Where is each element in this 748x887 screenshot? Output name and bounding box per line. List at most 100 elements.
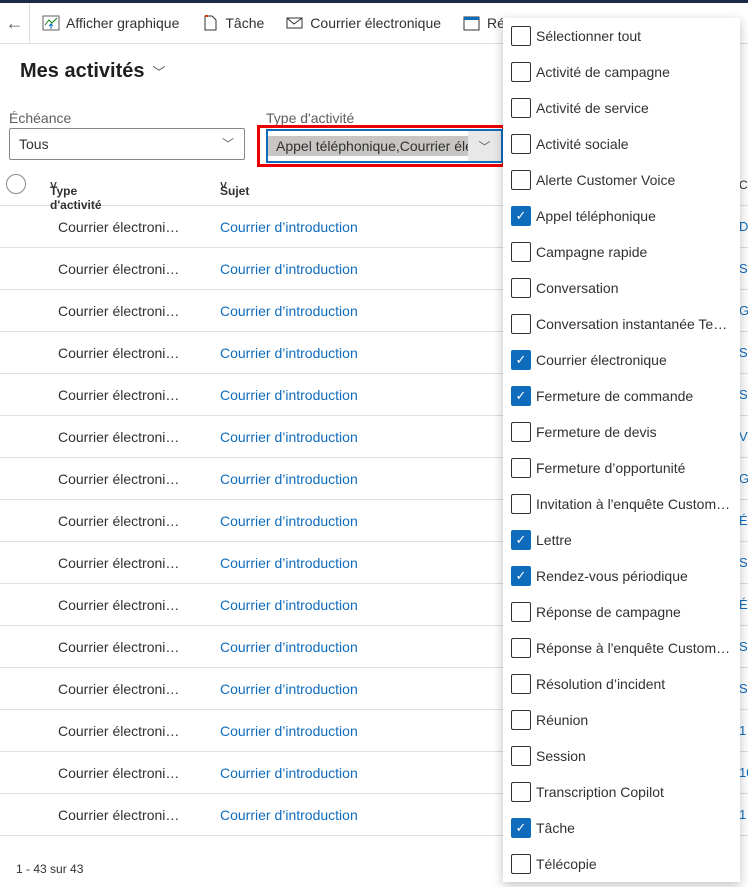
- subject-link[interactable]: Courrier d’introduction: [220, 513, 358, 529]
- dropdown-option[interactable]: Réponse à l'enquête Customer Voice: [511, 630, 737, 666]
- partial-cell[interactable]: 1: [739, 723, 746, 738]
- checkbox[interactable]: [511, 170, 531, 190]
- checkbox[interactable]: ✓: [511, 350, 531, 370]
- partial-cell[interactable]: 10: [739, 765, 748, 780]
- partial-cell[interactable]: Sy: [739, 387, 748, 402]
- dropdown-option[interactable]: Fermeture de devis: [511, 414, 737, 450]
- column-header-type[interactable]: Type d'activité ˅: [50, 178, 102, 212]
- chevron-down-icon: ﹀: [468, 131, 501, 161]
- checkbox[interactable]: [511, 854, 531, 874]
- subject-link[interactable]: Courrier d’introduction: [220, 345, 358, 361]
- checkbox[interactable]: [511, 422, 531, 442]
- checkbox[interactable]: ✓: [511, 530, 531, 550]
- partial-cell[interactable]: G: [739, 303, 748, 318]
- task-button[interactable]: Tâche: [201, 15, 264, 31]
- checkbox[interactable]: [511, 782, 531, 802]
- dropdown-option[interactable]: Invitation à l'enquête Customer Voice: [511, 486, 737, 522]
- subject-link[interactable]: Courrier d’introduction: [220, 471, 358, 487]
- partial-cell[interactable]: 1: [739, 807, 746, 822]
- show-chart-button[interactable]: Afficher graphique: [42, 15, 179, 31]
- checkbox[interactable]: [511, 746, 531, 766]
- dropdown-option[interactable]: ✓ Courrier électronique: [511, 342, 737, 378]
- subject-link[interactable]: Courrier d’introduction: [220, 429, 358, 445]
- dropdown-option[interactable]: ✓ Fermeture de commande: [511, 378, 737, 414]
- activity-type-cell: Courrier électronique: [58, 471, 182, 487]
- checkbox[interactable]: [511, 278, 531, 298]
- dropdown-option[interactable]: Conversation instantanée Teams: [511, 306, 737, 342]
- partial-cell[interactable]: D: [739, 219, 748, 234]
- checkbox[interactable]: [511, 458, 531, 478]
- partial-cell[interactable]: Se: [739, 555, 748, 570]
- dropdown-option[interactable]: Fermeture d’opportunité: [511, 450, 737, 486]
- appointment-button[interactable]: Ré: [463, 15, 505, 31]
- dropdown-option[interactable]: ✓ Appel téléphonique: [511, 198, 737, 234]
- column-header-subject[interactable]: Sujet ˅: [220, 178, 249, 198]
- dropdown-option[interactable]: Alerte Customer Voice: [511, 162, 737, 198]
- activity-type-cell: Courrier électronique: [58, 219, 182, 235]
- checkbox[interactable]: ✓: [511, 818, 531, 838]
- checkbox[interactable]: [511, 494, 531, 514]
- subject-link[interactable]: Courrier d’introduction: [220, 807, 358, 823]
- dropdown-option[interactable]: Résolution d’incident: [511, 666, 737, 702]
- select-all-radio[interactable]: [6, 174, 26, 194]
- due-filter-select[interactable]: Tous ﹀: [9, 128, 245, 160]
- activity-type-cell: Courrier électronique: [58, 555, 182, 571]
- back-button[interactable]: ←: [0, 2, 30, 44]
- dropdown-option[interactable]: ✓ Lettre: [511, 522, 737, 558]
- partial-cell[interactable]: Él: [739, 597, 748, 612]
- checkbox[interactable]: [511, 134, 531, 154]
- checkbox[interactable]: [511, 314, 531, 334]
- dropdown-option[interactable]: Réunion: [511, 702, 737, 738]
- column-header-partial[interactable]: Co: [739, 178, 748, 192]
- subject-link[interactable]: Courrier d’introduction: [220, 261, 358, 277]
- checkbox[interactable]: ✓: [511, 386, 531, 406]
- subject-link[interactable]: Courrier d’introduction: [220, 219, 358, 235]
- partial-cell[interactable]: S0: [739, 681, 748, 696]
- dropdown-option[interactable]: Conversation: [511, 270, 737, 306]
- checkbox[interactable]: ✓: [511, 566, 531, 586]
- activity-type-cell: Courrier électronique: [58, 261, 182, 277]
- dropdown-option[interactable]: Activité de service: [511, 90, 737, 126]
- checkbox[interactable]: [511, 98, 531, 118]
- dropdown-option[interactable]: Transcription Copilot: [511, 774, 737, 810]
- subject-link[interactable]: Courrier d’introduction: [220, 765, 358, 781]
- dropdown-option[interactable]: ✓ Rendez-vous périodique: [511, 558, 737, 594]
- partial-cell[interactable]: Sy: [739, 261, 748, 276]
- activity-type-cell: Courrier électronique: [58, 345, 182, 361]
- checkbox[interactable]: ✓: [511, 206, 531, 226]
- checkbox[interactable]: [511, 638, 531, 658]
- dropdown-option[interactable]: Campagne rapide: [511, 234, 737, 270]
- subject-link[interactable]: Courrier d’introduction: [220, 681, 358, 697]
- dropdown-option[interactable]: Session: [511, 738, 737, 774]
- subject-link[interactable]: Courrier d’introduction: [220, 555, 358, 571]
- subject-link[interactable]: Courrier d’introduction: [220, 387, 358, 403]
- dropdown-option[interactable]: Activité sociale: [511, 126, 737, 162]
- partial-cell[interactable]: S: [739, 639, 748, 654]
- dropdown-option[interactable]: Activité de campagne: [511, 54, 737, 90]
- activity-type-cell: Courrier électronique: [58, 681, 182, 697]
- dropdown-option[interactable]: Sélectionner tout: [511, 18, 737, 54]
- email-button[interactable]: Courrier électronique: [286, 15, 441, 31]
- subject-link[interactable]: Courrier d’introduction: [220, 723, 358, 739]
- type-filter-select[interactable]: Appel téléphonique,Courrier éle ﹀: [266, 129, 503, 163]
- subject-link[interactable]: Courrier d’introduction: [220, 597, 358, 613]
- checkbox[interactable]: [511, 26, 531, 46]
- dropdown-option[interactable]: ✓ Tâche: [511, 810, 737, 846]
- task-icon: [204, 15, 217, 31]
- checkbox[interactable]: [511, 710, 531, 730]
- checkbox[interactable]: [511, 602, 531, 622]
- subject-link[interactable]: Courrier d’introduction: [220, 303, 358, 319]
- partial-cell[interactable]: Én: [739, 513, 748, 528]
- checkbox[interactable]: [511, 62, 531, 82]
- view-selector[interactable]: Mes activités ﹀: [20, 60, 166, 83]
- activity-type-cell: Courrier électronique: [58, 639, 182, 655]
- checkbox[interactable]: [511, 674, 531, 694]
- checkbox[interactable]: [511, 242, 531, 262]
- partial-cell[interactable]: V: [739, 429, 748, 444]
- dropdown-option[interactable]: Réponse de campagne: [511, 594, 737, 630]
- partial-cell[interactable]: G: [739, 471, 748, 486]
- subject-link[interactable]: Courrier d’introduction: [220, 639, 358, 655]
- partial-cell[interactable]: Se: [739, 345, 748, 360]
- dropdown-option[interactable]: Télécopie: [511, 846, 737, 882]
- activity-type-cell: Courrier électronique: [58, 807, 182, 823]
